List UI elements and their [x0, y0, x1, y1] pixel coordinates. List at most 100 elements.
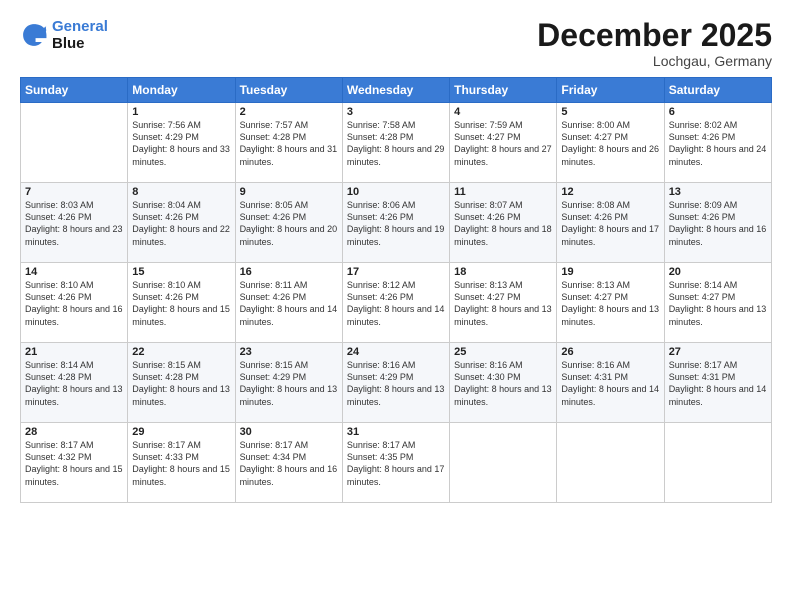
cell-details: Sunrise: 8:15 AMSunset: 4:28 PMDaylight:… — [132, 359, 230, 408]
day-number: 28 — [25, 426, 123, 438]
calendar-cell: 11Sunrise: 8:07 AMSunset: 4:26 PMDayligh… — [450, 183, 557, 263]
weekday-header-friday: Friday — [557, 78, 664, 103]
cell-details: Sunrise: 8:13 AMSunset: 4:27 PMDaylight:… — [454, 279, 552, 328]
day-number: 25 — [454, 346, 552, 358]
day-number: 10 — [347, 186, 445, 198]
day-number: 1 — [132, 106, 230, 118]
calendar-cell: 12Sunrise: 8:08 AMSunset: 4:26 PMDayligh… — [557, 183, 664, 263]
cell-details: Sunrise: 8:06 AMSunset: 4:26 PMDaylight:… — [347, 199, 445, 248]
calendar-cell: 27Sunrise: 8:17 AMSunset: 4:31 PMDayligh… — [664, 343, 771, 423]
week-row-2: 7Sunrise: 8:03 AMSunset: 4:26 PMDaylight… — [21, 183, 772, 263]
cell-details: Sunrise: 8:16 AMSunset: 4:30 PMDaylight:… — [454, 359, 552, 408]
day-number: 31 — [347, 426, 445, 438]
calendar-cell: 2Sunrise: 7:57 AMSunset: 4:28 PMDaylight… — [235, 103, 342, 183]
day-number: 5 — [561, 106, 659, 118]
day-number: 9 — [240, 186, 338, 198]
day-number: 12 — [561, 186, 659, 198]
calendar-cell: 18Sunrise: 8:13 AMSunset: 4:27 PMDayligh… — [450, 263, 557, 343]
cell-details: Sunrise: 8:17 AMSunset: 4:33 PMDaylight:… — [132, 439, 230, 488]
calendar-cell: 31Sunrise: 8:17 AMSunset: 4:35 PMDayligh… — [342, 423, 449, 503]
cell-details: Sunrise: 7:57 AMSunset: 4:28 PMDaylight:… — [240, 119, 338, 168]
day-number: 22 — [132, 346, 230, 358]
day-number: 17 — [347, 266, 445, 278]
cell-details: Sunrise: 8:04 AMSunset: 4:26 PMDaylight:… — [132, 199, 230, 248]
cell-details: Sunrise: 8:17 AMSunset: 4:34 PMDaylight:… — [240, 439, 338, 488]
cell-details: Sunrise: 8:17 AMSunset: 4:32 PMDaylight:… — [25, 439, 123, 488]
calendar-cell: 4Sunrise: 7:59 AMSunset: 4:27 PMDaylight… — [450, 103, 557, 183]
page: General Blue December 2025 Lochgau, Germ… — [0, 0, 792, 612]
day-number: 20 — [669, 266, 767, 278]
day-number: 19 — [561, 266, 659, 278]
logo-text: General Blue — [52, 18, 108, 53]
calendar-cell: 16Sunrise: 8:11 AMSunset: 4:26 PMDayligh… — [235, 263, 342, 343]
day-number: 30 — [240, 426, 338, 438]
cell-details: Sunrise: 7:59 AMSunset: 4:27 PMDaylight:… — [454, 119, 552, 168]
week-row-5: 28Sunrise: 8:17 AMSunset: 4:32 PMDayligh… — [21, 423, 772, 503]
title-block: December 2025 Lochgau, Germany — [537, 18, 772, 69]
cell-details: Sunrise: 8:02 AMSunset: 4:26 PMDaylight:… — [669, 119, 767, 168]
calendar-cell: 30Sunrise: 8:17 AMSunset: 4:34 PMDayligh… — [235, 423, 342, 503]
calendar-cell: 13Sunrise: 8:09 AMSunset: 4:26 PMDayligh… — [664, 183, 771, 263]
calendar-cell: 17Sunrise: 8:12 AMSunset: 4:26 PMDayligh… — [342, 263, 449, 343]
cell-details: Sunrise: 8:17 AMSunset: 4:31 PMDaylight:… — [669, 359, 767, 408]
day-number: 24 — [347, 346, 445, 358]
cell-details: Sunrise: 8:09 AMSunset: 4:26 PMDaylight:… — [669, 199, 767, 248]
header: General Blue December 2025 Lochgau, Germ… — [20, 18, 772, 69]
calendar-cell — [21, 103, 128, 183]
cell-details: Sunrise: 8:16 AMSunset: 4:29 PMDaylight:… — [347, 359, 445, 408]
cell-details: Sunrise: 8:05 AMSunset: 4:26 PMDaylight:… — [240, 199, 338, 248]
day-number: 7 — [25, 186, 123, 198]
cell-details: Sunrise: 8:15 AMSunset: 4:29 PMDaylight:… — [240, 359, 338, 408]
calendar-cell: 14Sunrise: 8:10 AMSunset: 4:26 PMDayligh… — [21, 263, 128, 343]
calendar-cell: 28Sunrise: 8:17 AMSunset: 4:32 PMDayligh… — [21, 423, 128, 503]
location: Lochgau, Germany — [537, 53, 772, 69]
cell-details: Sunrise: 8:16 AMSunset: 4:31 PMDaylight:… — [561, 359, 659, 408]
calendar-cell: 20Sunrise: 8:14 AMSunset: 4:27 PMDayligh… — [664, 263, 771, 343]
day-number: 26 — [561, 346, 659, 358]
cell-details: Sunrise: 8:00 AMSunset: 4:27 PMDaylight:… — [561, 119, 659, 168]
weekday-header-row: SundayMondayTuesdayWednesdayThursdayFrid… — [21, 78, 772, 103]
cell-details: Sunrise: 7:58 AMSunset: 4:28 PMDaylight:… — [347, 119, 445, 168]
cell-details: Sunrise: 8:07 AMSunset: 4:26 PMDaylight:… — [454, 199, 552, 248]
calendar-cell: 26Sunrise: 8:16 AMSunset: 4:31 PMDayligh… — [557, 343, 664, 423]
day-number: 15 — [132, 266, 230, 278]
calendar-table: SundayMondayTuesdayWednesdayThursdayFrid… — [20, 77, 772, 503]
day-number: 16 — [240, 266, 338, 278]
cell-details: Sunrise: 7:56 AMSunset: 4:29 PMDaylight:… — [132, 119, 230, 168]
logo-icon — [20, 21, 48, 49]
cell-details: Sunrise: 8:03 AMSunset: 4:26 PMDaylight:… — [25, 199, 123, 248]
calendar-cell — [557, 423, 664, 503]
week-row-3: 14 Sunrise: 8:10 AMSunset: 4:26 PMDayligh… — [21, 263, 772, 343]
day-number: 11 — [454, 186, 552, 198]
day-number: 4 — [454, 106, 552, 118]
cell-details: Sunrise: 8:14 AMSunset: 4:28 PMDaylight:… — [25, 359, 123, 408]
cell-details: Sunrise: 8:10 AMSunset: 4:26 PMDaylight:… — [132, 279, 230, 328]
day-number: 23 — [240, 346, 338, 358]
week-row-4: 21Sunrise: 8:14 AMSunset: 4:28 PMDayligh… — [21, 343, 772, 423]
cell-details: Sunrise: 8:17 AMSunset: 4:35 PMDaylight:… — [347, 439, 445, 488]
cell-details: Sunrise: 8:08 AMSunset: 4:26 PMDaylight:… — [561, 199, 659, 248]
calendar-cell: 25Sunrise: 8:16 AMSunset: 4:30 PMDayligh… — [450, 343, 557, 423]
calendar-cell: 7Sunrise: 8:03 AMSunset: 4:26 PMDaylight… — [21, 183, 128, 263]
weekday-header-thursday: Thursday — [450, 78, 557, 103]
day-number: 29 — [132, 426, 230, 438]
calendar-cell: 3Sunrise: 7:58 AMSunset: 4:28 PMDaylight… — [342, 103, 449, 183]
day-number: 18 — [454, 266, 552, 278]
calendar-cell: 5Sunrise: 8:00 AMSunset: 4:27 PMDaylight… — [557, 103, 664, 183]
day-number: 14 — [25, 266, 123, 278]
day-number: 13 — [669, 186, 767, 198]
cell-details: Sunrise: 8:13 AMSunset: 4:27 PMDaylight:… — [561, 279, 659, 328]
weekday-header-tuesday: Tuesday — [235, 78, 342, 103]
cell-details: Sunrise: 8:11 AMSunset: 4:26 PMDaylight:… — [240, 279, 338, 328]
calendar-cell: 9Sunrise: 8:05 AMSunset: 4:26 PMDaylight… — [235, 183, 342, 263]
week-row-1: 1Sunrise: 7:56 AMSunset: 4:29 PMDaylight… — [21, 103, 772, 183]
weekday-header-monday: Monday — [128, 78, 235, 103]
calendar-cell: 15Sunrise: 8:10 AMSunset: 4:26 PMDayligh… — [128, 263, 235, 343]
month-title: December 2025 — [537, 18, 772, 53]
calendar-cell — [664, 423, 771, 503]
day-number: 6 — [669, 106, 767, 118]
weekday-header-saturday: Saturday — [664, 78, 771, 103]
calendar-cell — [450, 423, 557, 503]
calendar-cell: 8Sunrise: 8:04 AMSunset: 4:26 PMDaylight… — [128, 183, 235, 263]
day-number: 2 — [240, 106, 338, 118]
